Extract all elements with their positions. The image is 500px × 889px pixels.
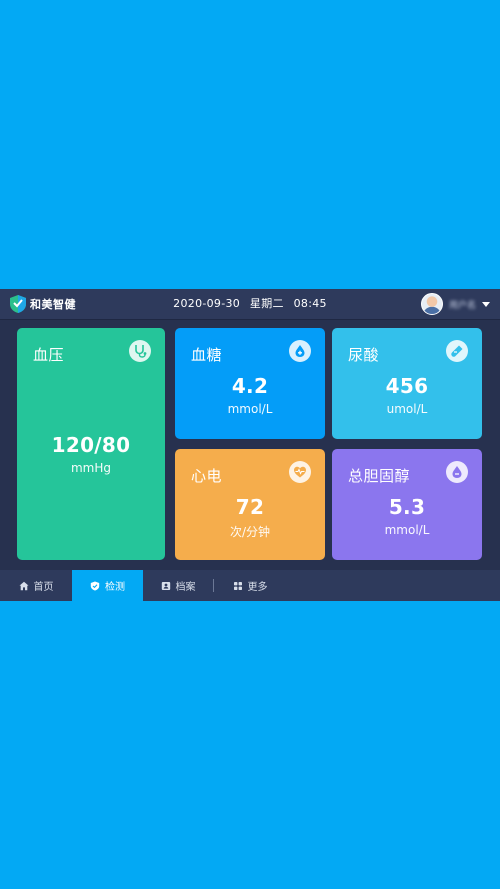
shield-check-icon — [90, 581, 100, 590]
shield-logo-icon — [10, 295, 26, 313]
blood-pressure-value: 120/80 — [51, 433, 131, 457]
nav-detect-label: 检测 — [105, 582, 125, 593]
card-title: 血压 — [33, 346, 65, 364]
drop-icon — [446, 461, 468, 483]
cholesterol-unit: mmol/L — [384, 523, 430, 537]
cholesterol-value: 5.3 — [388, 495, 426, 519]
bottom-nav: 首页 检测 档案 更多 — [0, 570, 500, 601]
time-text: 08:45 — [293, 297, 327, 310]
app-screen: 和美智健 2020-09-30 星期二 08:45 用户名 血压 120/80 … — [0, 289, 500, 601]
profile-card-icon — [161, 581, 170, 590]
blood-pressure-unit: mmHg — [70, 461, 112, 475]
uric-acid-value: 456 — [385, 374, 429, 398]
card-cholesterol[interactable]: 总胆固醇 5.3 mmol/L — [332, 449, 482, 560]
home-icon — [19, 581, 28, 590]
nav-home-label: 首页 — [33, 582, 54, 593]
card-title: 血糖 — [191, 346, 223, 364]
card-title: 总胆固醇 — [348, 467, 411, 485]
nav-home[interactable]: 首页 — [0, 570, 72, 601]
card-blood-glucose[interactable]: 血糖 4.2 mmol/L — [175, 328, 325, 439]
card-uric-acid[interactable]: 尿酸 456 umol/L — [332, 328, 482, 439]
user-menu[interactable]: 用户名 — [420, 293, 490, 315]
app-name: 和美智健 — [30, 298, 76, 311]
top-bar: 和美智健 2020-09-30 星期二 08:45 用户名 — [0, 289, 500, 320]
chevron-down-icon[interactable] — [482, 301, 490, 307]
card-blood-pressure[interactable]: 血压 120/80 mmHg — [17, 328, 165, 560]
ecg-unit: 次/分钟 — [229, 525, 271, 539]
uric-acid-unit: umol/L — [386, 402, 428, 416]
test-tube-icon — [446, 340, 468, 362]
user-name: 用户名 — [448, 300, 476, 311]
nav-detect[interactable]: 检测 — [72, 570, 143, 601]
nav-more-label: 更多 — [247, 582, 268, 593]
nav-more[interactable]: 更多 — [214, 570, 286, 601]
weekday-text: 星期二 — [249, 297, 284, 310]
stethoscope-icon — [129, 340, 151, 362]
blood-drop-plus-icon — [289, 340, 311, 362]
nav-records-label: 档案 — [175, 582, 196, 593]
ecg-value: 72 — [235, 495, 265, 519]
date-text: 2020-09-30 — [173, 297, 241, 310]
blood-glucose-unit: mmol/L — [227, 402, 273, 416]
avatar[interactable] — [420, 293, 443, 315]
app-logo: 和美智健 — [10, 294, 76, 314]
card-title: 尿酸 — [348, 346, 380, 364]
grid-icon — [233, 581, 242, 590]
blood-glucose-value: 4.2 — [231, 374, 269, 398]
heartbeat-icon — [289, 461, 311, 483]
card-title: 心电 — [191, 467, 223, 485]
card-ecg[interactable]: 心电 72 次/分钟 — [175, 449, 325, 560]
nav-records[interactable]: 档案 — [143, 570, 213, 601]
